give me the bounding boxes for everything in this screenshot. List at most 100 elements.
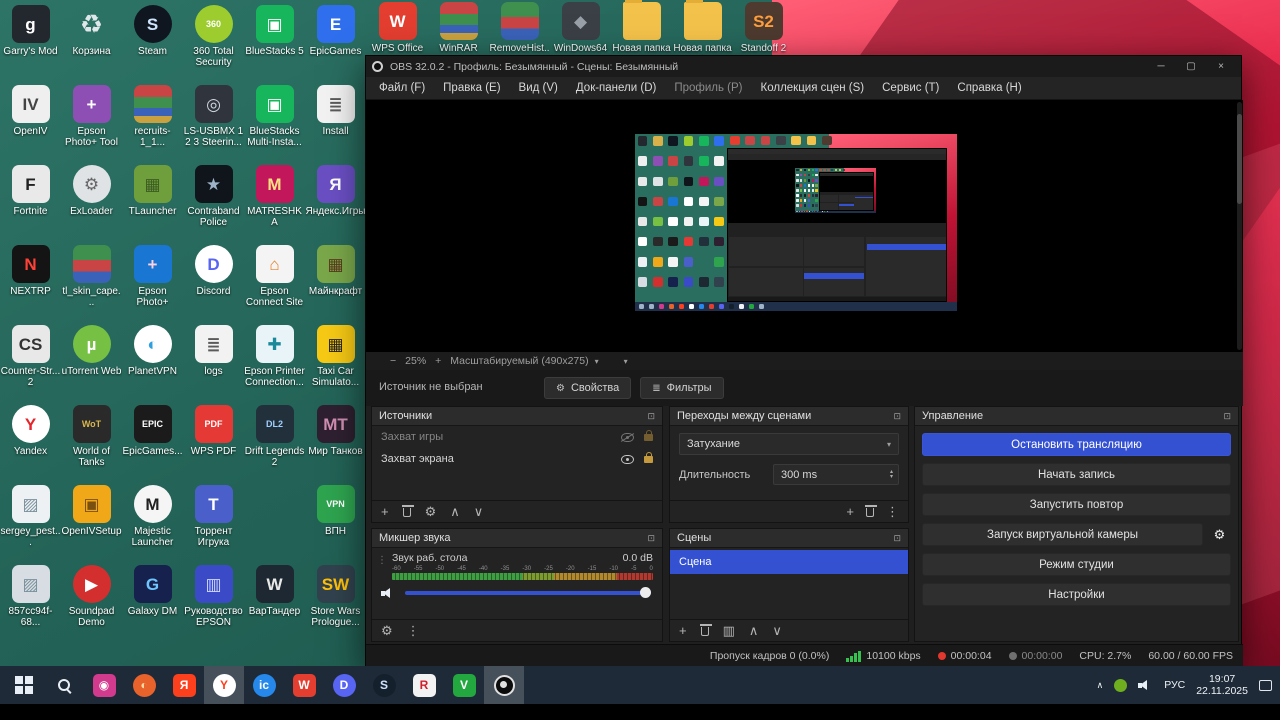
move-source-up-button[interactable]: ∧ <box>450 505 460 518</box>
desktop-icon-utorrent-web[interactable]: µuTorrent Web <box>61 325 122 377</box>
add-transition-button[interactable]: + <box>846 505 854 518</box>
duration-input[interactable]: 300 ms ▴▾ <box>773 464 899 485</box>
minimize-button[interactable]: ─ <box>1147 56 1175 77</box>
lock-icon[interactable] <box>644 456 653 463</box>
taskbar-yandex-browser[interactable]: Я <box>164 666 204 704</box>
desktop-icon-tl-skin-cape[interactable]: tl_skin_cape... <box>61 245 122 308</box>
transition-menu-dots-icon[interactable]: ⋮ <box>886 505 899 518</box>
desktop-icon-tlauncher[interactable]: ▦TLauncher <box>122 165 183 217</box>
taskbar-v-green-app[interactable]: V <box>444 666 484 704</box>
desktop-icon-yandex[interactable]: YYandex <box>0 405 61 457</box>
desktop-icon-яндекс-игры[interactable]: ЯЯндекс.Игры <box>305 165 366 217</box>
volume-slider-knob[interactable] <box>640 587 651 598</box>
language-indicator[interactable]: РУС <box>1164 679 1185 691</box>
dock-popout-icon[interactable]: ⊡ <box>1223 411 1231 422</box>
desktop-icon-openivsetup[interactable]: ▣OpenIVSetup <box>61 485 122 537</box>
taskbar-steam[interactable]: S <box>364 666 404 704</box>
desktop-icon-store-wars-prologue[interactable]: SWStore Wars Prologue... <box>305 565 366 628</box>
dock-popout-icon[interactable]: ⊡ <box>893 533 901 544</box>
tray-expand-chevron-icon[interactable]: ∧ <box>1097 680 1104 691</box>
mixer-settings-gear-icon[interactable]: ⚙ <box>381 624 393 637</box>
remove-source-button[interactable] <box>403 508 411 517</box>
transitions-dock-header[interactable]: Переходы между сценами ⊡ <box>670 407 908 426</box>
desktop-icon-planetvpn[interactable]: ◐PlanetVPN <box>122 325 183 377</box>
desktop-icon-recruits-1-1[interactable]: recruits-1_1... <box>122 85 183 148</box>
desktop-icon-contraband-police[interactable]: ★Contraband Police <box>183 165 244 228</box>
desktop-icon-windows64[interactable]: ◆WinDows64 <box>550 2 611 54</box>
taskbar-obs-studio[interactable] <box>484 666 524 704</box>
visibility-eye-off-icon[interactable] <box>621 433 634 442</box>
filters-button[interactable]: ≣ Фильтры <box>640 377 723 399</box>
close-button[interactable]: × <box>1207 56 1235 77</box>
desktop-icon-мир-танков[interactable]: МТМир Танков <box>305 405 366 457</box>
desktop-icon-новая-папка[interactable]: Новая папка <box>611 2 672 54</box>
source-row-захват-экрана[interactable]: Захват экрана <box>372 448 662 470</box>
add-scene-button[interactable]: + <box>679 624 687 637</box>
zoom-out-button[interactable]: − <box>390 355 396 367</box>
source-row-захват-игры[interactable]: Захват игры <box>372 426 662 448</box>
desktop-icon-drift-legends-2[interactable]: DL2Drift Legends 2 <box>244 405 305 468</box>
menu-профиль-p[interactable]: Профиль (P) <box>665 77 751 100</box>
transition-select[interactable]: Затухание ▾ <box>679 433 899 455</box>
duration-spinner[interactable]: ▴▾ <box>890 470 896 480</box>
notification-center-icon[interactable] <box>1259 680 1272 691</box>
control-начать-запись[interactable]: Начать запись <box>922 463 1231 486</box>
desktop-icon-fortnite[interactable]: FFortnite <box>0 165 61 217</box>
control-запуск-виртуальной-камеры[interactable]: Запуск виртуальной камеры <box>922 523 1203 546</box>
desktop-icon-360-total-security[interactable]: 360360 Total Security <box>183 5 244 68</box>
desktop-icon-logs[interactable]: ≣logs <box>183 325 244 377</box>
desktop-icon-exloader[interactable]: ⚙ExLoader <box>61 165 122 217</box>
volume-slider[interactable] <box>405 591 651 595</box>
desktop-icon-majestic-launcher[interactable]: MMajestic Launcher <box>122 485 183 548</box>
menu-справка-h[interactable]: Справка (H) <box>948 77 1030 100</box>
menu-файл-f[interactable]: Файл (F) <box>370 77 434 100</box>
desktop-icon-майнкрафт[interactable]: ▦Майнкрафт <box>305 245 366 297</box>
desktop-icon-counter-str-2[interactable]: CSCounter-Str... 2 <box>0 325 61 388</box>
desktop-icon-galaxy-dm[interactable]: GGalaxy DM <box>122 565 183 617</box>
desktop-icon-standoff-2[interactable]: S2Standoff 2 <box>733 2 794 54</box>
desktop-icon-впн[interactable]: VPNВПН <box>305 485 366 537</box>
scene-filters-icon[interactable]: ▥ <box>723 624 735 637</box>
tray-green-app-icon[interactable] <box>1114 679 1127 692</box>
menu-док-панели-d[interactable]: Док-панели (D) <box>567 77 665 100</box>
add-source-button[interactable]: + <box>381 505 389 518</box>
taskbar-wps-office[interactable]: W <box>284 666 324 704</box>
desktop-icon-nextrp[interactable]: NNEXTRP <box>0 245 61 297</box>
preview-scrollbar[interactable] <box>1237 102 1242 350</box>
taskbar-photos-app[interactable]: ◉ <box>84 666 124 704</box>
menu-сервис-t[interactable]: Сервис (T) <box>873 77 948 100</box>
desktop-icon-руководство-epson[interactable]: ▥Руководство EPSON <box>183 565 244 628</box>
desktop-icon-steam[interactable]: SSteam <box>122 5 183 57</box>
obs-preview-canvas[interactable] <box>366 100 1243 352</box>
taskbar-r-app[interactable]: R <box>404 666 444 704</box>
desktop-icon-install[interactable]: ≣Install <box>305 85 366 137</box>
desktop-icon-garry-s-mod[interactable]: gGarry's Mod <box>0 5 61 57</box>
lock-icon[interactable] <box>644 434 653 441</box>
remove-scene-button[interactable] <box>701 627 709 636</box>
source-properties-gear-icon[interactable]: ⚙ <box>425 505 437 518</box>
mixer-menu-dots-icon[interactable]: ⋮ <box>407 624 420 637</box>
scale-mode-dropdown[interactable]: Масштабируемый (490x275) ▾ <box>450 355 598 367</box>
taskbar-browser-orange[interactable]: ◐ <box>124 666 164 704</box>
desktop-icon-вартандер[interactable]: WВарТандер <box>244 565 305 617</box>
control-режим-студии[interactable]: Режим студии <box>922 553 1231 576</box>
desktop-icon-epicgames[interactable]: EPICEpicGames... <box>122 405 183 457</box>
menu-вид-v[interactable]: Вид (V) <box>510 77 567 100</box>
move-source-down-button[interactable]: ∨ <box>474 505 484 518</box>
dock-popout-icon[interactable]: ⊡ <box>647 533 655 544</box>
desktop-icon-soundpad-demo[interactable]: ▶Soundpad Demo <box>61 565 122 628</box>
taskbar-icq-app[interactable]: ic <box>244 666 284 704</box>
properties-button[interactable]: ⚙ Свойства <box>544 377 631 399</box>
volume-icon[interactable] <box>1138 679 1153 691</box>
mute-speaker-icon[interactable] <box>381 587 396 599</box>
dock-popout-icon[interactable]: ⊡ <box>893 411 901 422</box>
controls-dock-header[interactable]: Управление ⊡ <box>915 407 1238 426</box>
mixer-dock-header[interactable]: Микшер звука ⊡ <box>372 529 662 548</box>
desktop-icon-торрент-игрука[interactable]: TТоррент Игрука <box>183 485 244 548</box>
desktop-icon-discord[interactable]: DDiscord <box>183 245 244 297</box>
sources-dock-header[interactable]: Источники ⊡ <box>372 407 662 426</box>
desktop-icon-ls-usbmx-1-2-3-steerin[interactable]: ◎LS-USBMX 1 2 3 Steerin... <box>183 85 244 148</box>
obs-titlebar[interactable]: OBS 32.0.2 - Профиль: Безымянный - Сцены… <box>366 56 1241 77</box>
taskbar-yandex-start[interactable]: Y <box>204 666 244 704</box>
taskbar-start[interactable] <box>4 666 44 704</box>
